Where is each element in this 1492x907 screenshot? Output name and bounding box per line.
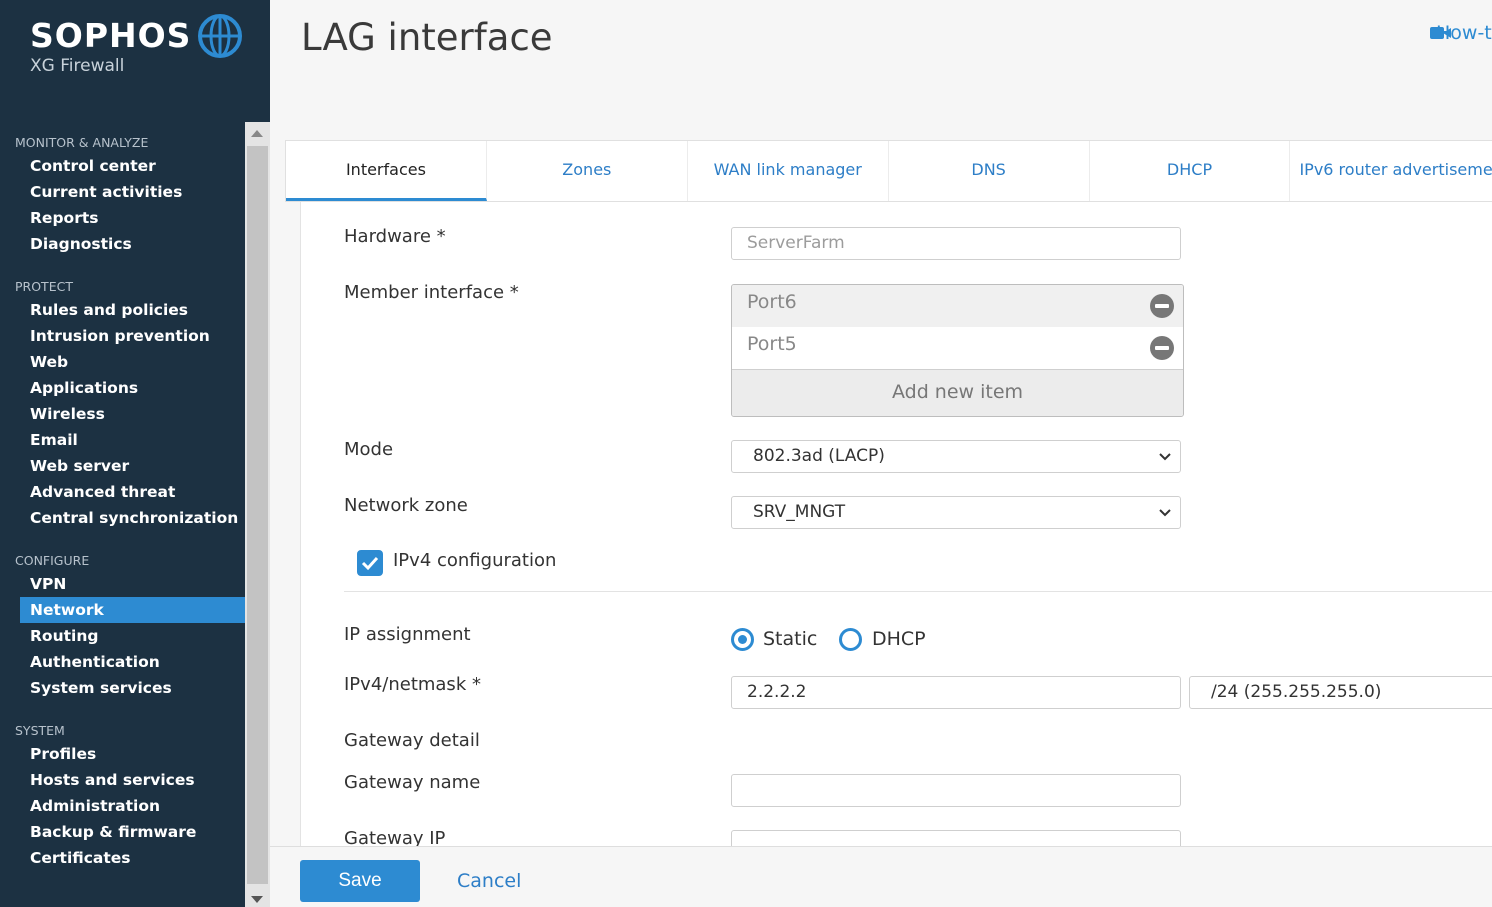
nav-item-vpn[interactable]: VPN bbox=[20, 571, 245, 597]
static-radio[interactable] bbox=[731, 628, 754, 651]
mode-label: Mode bbox=[344, 439, 394, 460]
mode-value: 802.3ad (LACP) bbox=[753, 446, 885, 466]
gateway-name-label: Gateway name bbox=[344, 772, 481, 793]
page-title: LAG interface bbox=[301, 16, 553, 59]
nav-section-title: PROTECT bbox=[15, 279, 73, 294]
nav-item-email[interactable]: Email bbox=[20, 427, 245, 453]
nav-item-administration[interactable]: Administration bbox=[20, 793, 245, 819]
nav-item-network[interactable]: Network bbox=[20, 597, 245, 623]
netmask-select[interactable]: /24 (255.255.255.0) bbox=[1189, 676, 1492, 709]
nav-item-advanced-threat[interactable]: Advanced threat bbox=[20, 479, 245, 505]
nav-item-central-synchronization[interactable]: Central synchronization bbox=[20, 505, 245, 531]
checkmark-icon bbox=[361, 556, 379, 571]
nav-item-backup-firmware[interactable]: Backup & firmware bbox=[20, 819, 245, 845]
lag-form: Hardware * ServerFarm Member interface *… bbox=[300, 202, 1492, 846]
network-zone-select[interactable]: SRV_MNGT bbox=[731, 496, 1181, 529]
gateway-ip-label: Gateway IP bbox=[344, 828, 446, 846]
hardware-label: Hardware * bbox=[344, 226, 446, 247]
dhcp-radio-label[interactable]: DHCP bbox=[872, 628, 926, 650]
nav-menu: MONITOR & ANALYZE Control center Current… bbox=[0, 122, 245, 907]
main-content: LAG interface How-to guides Interfaces Z… bbox=[270, 0, 1492, 907]
hardware-field: ServerFarm bbox=[731, 227, 1181, 260]
nav-item-applications[interactable]: Applications bbox=[20, 375, 245, 401]
nav-item-rules-and-policies[interactable]: Rules and policies bbox=[20, 297, 245, 323]
tab-ipv6-router-advertisement[interactable]: IPv6 router advertisement bbox=[1290, 141, 1492, 201]
nav-scrollbar[interactable] bbox=[245, 122, 270, 907]
member-interface-label: Member interface * bbox=[344, 282, 519, 303]
ip-assignment-label: IP assignment bbox=[344, 624, 471, 645]
member-item-label: Port6 bbox=[747, 291, 797, 313]
nav-item-certificates[interactable]: Certificates bbox=[20, 845, 245, 871]
nav-item-current-activities[interactable]: Current activities bbox=[20, 179, 245, 205]
globe-icon bbox=[198, 14, 242, 58]
scroll-up-icon[interactable] bbox=[251, 130, 263, 137]
nav-section-title: CONFIGURE bbox=[15, 553, 90, 568]
remove-icon[interactable] bbox=[1150, 336, 1174, 360]
gateway-ip-input[interactable] bbox=[731, 830, 1181, 846]
nav-item-routing[interactable]: Routing bbox=[20, 623, 245, 649]
tab-zones[interactable]: Zones bbox=[487, 141, 688, 201]
nav-item-intrusion-prevention[interactable]: Intrusion prevention bbox=[20, 323, 245, 349]
static-radio-label[interactable]: Static bbox=[763, 628, 817, 650]
network-zone-value: SRV_MNGT bbox=[753, 502, 846, 522]
gateway-detail-label: Gateway detail bbox=[344, 730, 480, 751]
sidebar: SOPHOS XG Firewall MONITOR & ANALYZE Con… bbox=[0, 0, 270, 907]
brand-name: SOPHOS bbox=[30, 16, 192, 55]
nav-item-web[interactable]: Web bbox=[20, 349, 245, 375]
nav-item-authentication[interactable]: Authentication bbox=[20, 649, 245, 675]
add-new-item-button[interactable]: Add new item bbox=[732, 369, 1183, 416]
nav-section-title: MONITOR & ANALYZE bbox=[15, 135, 149, 150]
tab-dns[interactable]: DNS bbox=[889, 141, 1090, 201]
remove-icon[interactable] bbox=[1150, 294, 1174, 318]
network-zone-label: Network zone bbox=[344, 495, 468, 516]
brand-logo: SOPHOS XG Firewall bbox=[30, 14, 191, 76]
nav-item-reports[interactable]: Reports bbox=[20, 205, 245, 231]
chevron-down-icon bbox=[1159, 509, 1171, 517]
chevron-down-icon bbox=[1159, 453, 1171, 461]
nav-section-title: SYSTEM bbox=[15, 723, 65, 738]
list-item: Port5 bbox=[732, 327, 1183, 369]
member-item-label: Port5 bbox=[747, 333, 797, 355]
list-item: Port6 bbox=[732, 285, 1183, 327]
tab-dhcp[interactable]: DHCP bbox=[1090, 141, 1291, 201]
nav-item-web-server[interactable]: Web server bbox=[20, 453, 245, 479]
scroll-thumb[interactable] bbox=[247, 146, 268, 884]
dhcp-radio[interactable] bbox=[839, 628, 862, 651]
tab-bar: Interfaces Zones WAN link manager DNS DH… bbox=[285, 140, 1492, 202]
tab-interfaces[interactable]: Interfaces bbox=[286, 141, 487, 201]
nav-item-system-services[interactable]: System services bbox=[20, 675, 245, 701]
nav-item-profiles[interactable]: Profiles bbox=[20, 741, 245, 767]
form-footer: Save Cancel bbox=[270, 846, 1492, 907]
scroll-down-icon[interactable] bbox=[251, 896, 263, 903]
nav-item-diagnostics[interactable]: Diagnostics bbox=[20, 231, 245, 257]
divider bbox=[344, 591, 1492, 592]
product-name: XG Firewall bbox=[30, 56, 125, 76]
cancel-button[interactable]: Cancel bbox=[457, 860, 521, 902]
member-interface-list: Port6 Port5 Add new item bbox=[731, 284, 1184, 417]
tab-wan-link-manager[interactable]: WAN link manager bbox=[688, 141, 889, 201]
mode-select[interactable]: 802.3ad (LACP) bbox=[731, 440, 1181, 473]
howto-link[interactable]: How-to guides bbox=[1430, 22, 1492, 44]
gateway-name-input[interactable] bbox=[731, 774, 1181, 807]
nav-item-hosts-and-services[interactable]: Hosts and services bbox=[20, 767, 245, 793]
ipv4-address-input[interactable]: 2.2.2.2 bbox=[731, 676, 1181, 709]
ipv4-config-label: IPv4 configuration bbox=[393, 550, 557, 571]
ipv4-netmask-label: IPv4/netmask * bbox=[344, 674, 481, 695]
nav-item-control-center[interactable]: Control center bbox=[20, 153, 245, 179]
nav-item-wireless[interactable]: Wireless bbox=[20, 401, 245, 427]
ipv4-config-checkbox[interactable] bbox=[357, 550, 383, 576]
save-button[interactable]: Save bbox=[300, 860, 420, 902]
